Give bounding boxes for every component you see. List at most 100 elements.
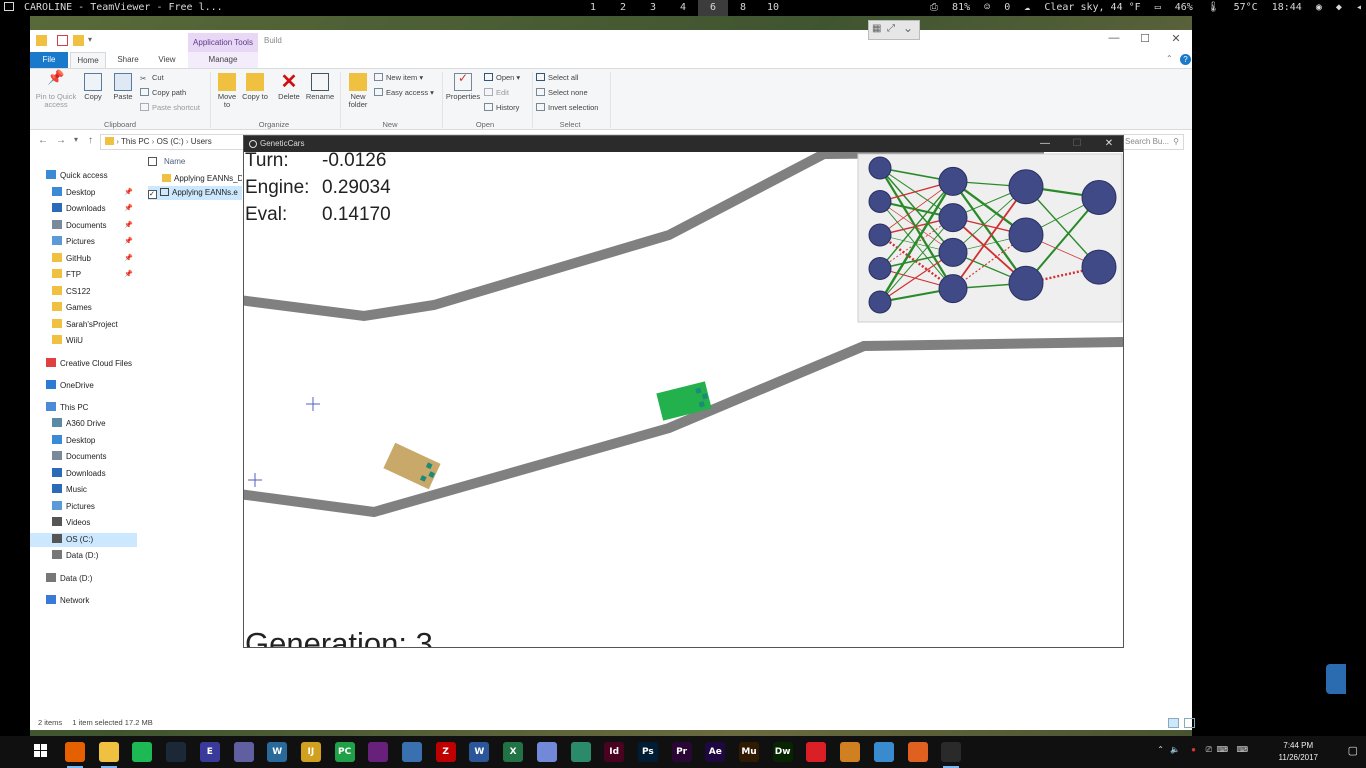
steam-icon[interactable] bbox=[166, 742, 187, 762]
spotify-icon[interactable] bbox=[132, 742, 153, 762]
delete-button[interactable]: ✕ Delete bbox=[276, 72, 302, 101]
chevron-down-icon[interactable]: ⌄ bbox=[903, 21, 913, 35]
app-9-icon[interactable]: PC bbox=[334, 742, 355, 762]
new-folder-button[interactable]: New folder bbox=[342, 73, 374, 109]
properties-qat-icon[interactable] bbox=[57, 35, 68, 46]
sidebar-item-quick-access[interactable]: Quick access bbox=[30, 169, 137, 183]
teamviewer-side-tab[interactable] bbox=[1326, 664, 1346, 694]
recent-locations-icon[interactable]: ▾ bbox=[74, 135, 78, 144]
creative-cloud-icon[interactable] bbox=[806, 742, 827, 762]
after-effects-icon[interactable]: Ae bbox=[705, 742, 726, 762]
large-icons-view-icon[interactable] bbox=[1184, 718, 1195, 728]
app-11-icon[interactable] bbox=[402, 742, 422, 762]
properties-button[interactable]: ✓ Properties bbox=[444, 72, 482, 101]
network-icon[interactable]: ⎚ bbox=[1206, 745, 1212, 755]
sidebar-item-pc-data-d-[interactable]: Data (D:) bbox=[30, 549, 137, 563]
sidebar-item-network[interactable]: Network bbox=[30, 594, 137, 608]
sidebar-item-pc-videos[interactable]: Videos bbox=[30, 516, 137, 530]
search-input[interactable]: Search Bu... ⚲ bbox=[1120, 134, 1184, 150]
sidebar-item-sarah-sproject[interactable]: Sarah'sProject bbox=[30, 318, 137, 332]
sidebar-item-pc-a360-drive[interactable]: A360 Drive bbox=[30, 417, 137, 431]
cut-button[interactable]: ✂ Cut bbox=[140, 73, 164, 83]
sidebar-item-games[interactable]: Games bbox=[30, 301, 137, 315]
workspace-8[interactable]: 8 bbox=[728, 0, 758, 16]
volume-icon[interactable]: 🔈 bbox=[1170, 745, 1180, 754]
workspace-4[interactable]: 4 bbox=[668, 0, 698, 16]
discord-tray-icon[interactable]: ◉ bbox=[1316, 2, 1322, 13]
workspace-10[interactable]: 10 bbox=[758, 0, 788, 16]
list-item[interactable]: Applying EANNs_D bbox=[148, 172, 242, 186]
history-button[interactable]: History bbox=[484, 103, 519, 113]
new-item-button[interactable]: New item ▾ bbox=[374, 73, 423, 83]
workspace-3[interactable]: 3 bbox=[638, 0, 668, 16]
back-arrow-icon[interactable]: ← bbox=[38, 135, 48, 146]
e-app-icon[interactable]: E bbox=[199, 742, 220, 762]
excel-icon[interactable]: X bbox=[503, 742, 524, 762]
sidebar-item-this-pc[interactable]: This PC bbox=[30, 401, 137, 415]
open-button[interactable]: Open ▾ bbox=[484, 73, 520, 83]
app-25-icon[interactable] bbox=[873, 742, 894, 762]
sidebar-item-onedrive[interactable]: OneDrive bbox=[30, 379, 137, 393]
invert-selection-button[interactable]: Invert selection bbox=[536, 103, 598, 113]
column-header-name[interactable]: Name bbox=[164, 157, 185, 166]
up-arrow-icon[interactable]: ↑ bbox=[88, 135, 93, 146]
minimize-icon[interactable]: — bbox=[1104, 32, 1124, 44]
app-7-icon[interactable]: W bbox=[267, 742, 288, 762]
pin-to-quick-access-button[interactable]: 📌 Pin to Quick access bbox=[34, 70, 78, 109]
workspace-6[interactable]: 6 bbox=[698, 0, 728, 16]
paste-button[interactable]: Paste bbox=[110, 73, 136, 101]
indesign-icon[interactable]: Id bbox=[604, 742, 625, 762]
copy-button[interactable]: Copy bbox=[80, 73, 106, 101]
dreamweaver-icon[interactable]: Dw bbox=[772, 742, 793, 762]
teamviewer-widget[interactable]: ▦ ⤢ ⌄ bbox=[868, 20, 920, 40]
sidebar-item-desktop[interactable]: Desktop 📌 bbox=[30, 186, 137, 200]
help-icon[interactable]: ? bbox=[1180, 54, 1191, 65]
tab-file[interactable]: File bbox=[30, 52, 68, 68]
tab-manage[interactable]: Manage bbox=[188, 52, 258, 68]
forward-arrow-icon[interactable]: → bbox=[56, 135, 66, 146]
grid-icon[interactable]: ▦ bbox=[872, 23, 881, 34]
action-center-icon[interactable]: ▢ bbox=[1348, 744, 1358, 757]
tab-home[interactable]: Home bbox=[70, 52, 106, 68]
qat-dropdown-icon[interactable]: ▾ bbox=[88, 35, 99, 46]
firefox-icon[interactable] bbox=[65, 742, 85, 768]
taskbar-clock[interactable]: 7:44 PM 11/26/2017 bbox=[1279, 740, 1318, 764]
maximize-icon[interactable]: ☐ bbox=[1062, 136, 1092, 152]
ribbon-collapse-icon[interactable]: ⌃ bbox=[1166, 54, 1173, 63]
photoshop-icon[interactable]: Ps bbox=[637, 742, 658, 762]
sidebar-item-pc-documents[interactable]: Documents bbox=[30, 450, 137, 464]
sidebar-item-pc-desktop[interactable]: Desktop bbox=[30, 434, 137, 448]
select-all-button[interactable]: Select all bbox=[536, 73, 578, 83]
minimize-icon[interactable]: — bbox=[1030, 136, 1060, 152]
breadcrumb-os-c[interactable]: OS (C:) bbox=[157, 137, 184, 146]
teamviewer-icon[interactable] bbox=[941, 742, 962, 768]
antivirus-icon[interactable]: ● bbox=[1191, 745, 1196, 754]
sidebar-item-wiiu[interactable]: WiiU bbox=[30, 334, 137, 348]
fullscreen-icon[interactable]: ⤢ bbox=[887, 23, 895, 34]
select-all-checkbox[interactable] bbox=[148, 157, 157, 166]
item-checkbox[interactable]: ✓ bbox=[148, 190, 157, 199]
visual-studio-icon[interactable] bbox=[368, 742, 389, 762]
close-icon[interactable]: ✕ bbox=[1166, 32, 1186, 45]
word-icon[interactable]: W bbox=[469, 742, 490, 762]
sidebar-item-pc-os-c-[interactable]: OS (C:) bbox=[30, 532, 137, 547]
discord-icon[interactable] bbox=[536, 742, 557, 762]
sidebar-item-github[interactable]: GitHub 📌 bbox=[30, 252, 137, 266]
premiere-icon[interactable]: Pr bbox=[671, 742, 692, 762]
list-item[interactable]: ✓ Applying EANNs.e bbox=[148, 186, 242, 200]
start-windows-icon[interactable] bbox=[34, 744, 48, 758]
breadcrumb-users[interactable]: Users bbox=[191, 137, 212, 146]
sidebar-item-creative-cloud[interactable]: Creative Cloud Files bbox=[30, 357, 137, 371]
file-explorer-icon[interactable] bbox=[98, 742, 119, 768]
keyboard-icon[interactable]: ⌨ bbox=[1236, 745, 1248, 754]
move-to-button[interactable]: Move to bbox=[214, 73, 240, 109]
muse-icon[interactable]: Mu bbox=[739, 742, 759, 762]
copy-path-button[interactable]: Copy path bbox=[140, 88, 186, 98]
breadcrumb-this-pc[interactable]: This PC bbox=[121, 137, 149, 146]
sidebar-item-pc-downloads[interactable]: Downloads bbox=[30, 467, 137, 481]
wifi-icon[interactable]: ◆ bbox=[1336, 2, 1342, 13]
maximize-icon[interactable]: ☐ bbox=[1135, 32, 1155, 45]
volume-icon[interactable]: ◂ bbox=[1356, 2, 1362, 13]
input-method-icon[interactable]: ⌨ bbox=[1216, 745, 1228, 754]
sidebar-item-downloads[interactable]: Downloads 📌 bbox=[30, 202, 137, 216]
